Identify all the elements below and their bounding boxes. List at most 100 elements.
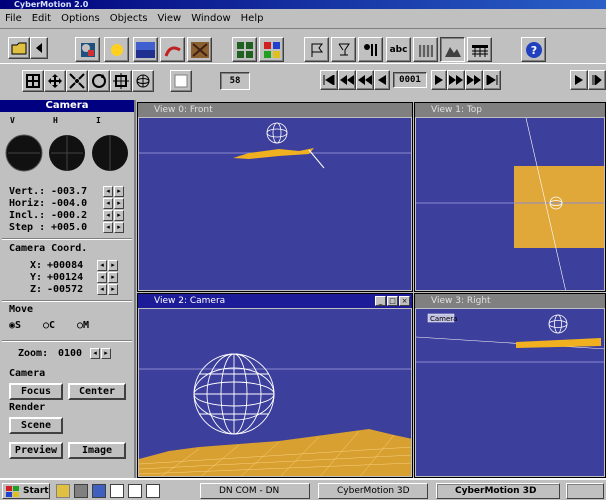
landscape-button[interactable] — [440, 37, 465, 62]
incl-inc-button[interactable]: ▸ — [114, 210, 124, 221]
flag-button[interactable] — [304, 37, 329, 62]
vertical-dial[interactable] — [5, 134, 43, 172]
select-tool-button[interactable] — [22, 70, 44, 92]
grid-view-button[interactable] — [232, 37, 257, 62]
quick-launch-icon[interactable] — [110, 484, 124, 498]
viewport-front-titlebar[interactable]: View 0: Front — [138, 103, 412, 117]
quick-launch-icon[interactable] — [128, 484, 142, 498]
frame-counter[interactable]: 0001 — [393, 72, 427, 88]
objects-tool-button[interactable] — [75, 37, 100, 62]
double-left-icon — [358, 75, 372, 85]
menu-window[interactable]: Window — [186, 9, 235, 28]
coord-x-dec-button[interactable]: ◂ — [97, 260, 107, 271]
viewport-right[interactable]: View 3: Right Camera — [414, 293, 606, 478]
double-right-icon — [449, 75, 463, 85]
menu-edit[interactable]: Edit — [27, 9, 56, 28]
open-file-button[interactable] — [8, 37, 30, 59]
move-options: ◉S ○C ○M — [9, 320, 129, 334]
image-button[interactable]: Image — [68, 442, 126, 459]
back-button[interactable] — [30, 37, 48, 59]
texture-button[interactable] — [187, 37, 212, 62]
building-button[interactable] — [413, 37, 438, 62]
menu-help[interactable]: Help — [236, 9, 269, 28]
first-frame-button[interactable] — [320, 70, 338, 90]
sliders-button[interactable] — [358, 37, 383, 62]
text-tool-button[interactable]: abc — [386, 37, 411, 62]
focus-button[interactable]: Focus — [9, 383, 63, 400]
rotate-tool-button[interactable] — [88, 70, 110, 92]
light-button[interactable] — [104, 37, 129, 62]
coord-x-inc-button[interactable]: ▸ — [108, 260, 118, 271]
horiz-dec-button[interactable]: ◂ — [103, 198, 113, 209]
pan-tool-button[interactable] — [110, 70, 132, 92]
path-button[interactable] — [160, 37, 185, 62]
frame-button[interactable] — [170, 70, 192, 92]
quick-launch-icon[interactable] — [56, 484, 70, 498]
preview-button[interactable]: Preview — [9, 442, 63, 459]
play-button[interactable] — [570, 70, 588, 90]
coord-z-dec-button[interactable]: ◂ — [97, 284, 107, 295]
viewport-camera-titlebar[interactable]: View 2: Camera _ □ × — [138, 294, 412, 308]
orbit-tool-button[interactable] — [132, 70, 154, 92]
rewind-button[interactable] — [338, 70, 356, 90]
play-loop-button[interactable] — [588, 70, 606, 90]
step-forward-button[interactable] — [431, 70, 447, 90]
move-radio-c[interactable]: ○C — [43, 320, 55, 331]
palette-button[interactable] — [259, 37, 284, 62]
incline-dial[interactable] — [92, 135, 128, 171]
viewport-right-titlebar[interactable]: View 3: Right — [415, 294, 605, 308]
step-dec-button[interactable]: ◂ — [103, 222, 113, 233]
horiz-inc-button[interactable]: ▸ — [114, 198, 124, 209]
viewport-top-titlebar[interactable]: View 1: Top — [415, 103, 605, 117]
step-forward-fast-button[interactable] — [447, 70, 465, 90]
viewport-top-canvas[interactable] — [416, 118, 604, 290]
minimize-icon[interactable]: _ — [375, 296, 386, 306]
viewport-camera-canvas[interactable] — [139, 309, 411, 476]
move-radio-s[interactable]: ◉S — [9, 320, 21, 331]
close-icon[interactable]: × — [399, 296, 410, 306]
zoom-inc-button[interactable]: ▸ — [101, 348, 111, 359]
move-radio-m[interactable]: ○M — [77, 320, 89, 331]
viewport-front-canvas[interactable] — [139, 118, 411, 290]
menu-options[interactable]: Options — [56, 9, 105, 28]
viewport-front[interactable]: View 0: Front — [137, 102, 413, 292]
vert-inc-button[interactable]: ▸ — [114, 186, 124, 197]
help-button[interactable]: ? — [521, 37, 546, 62]
vert-dec-button[interactable]: ◂ — [103, 186, 113, 197]
viewport-camera[interactable]: View 2: Camera _ □ × — [137, 293, 413, 478]
quick-launch-icon[interactable] — [74, 484, 88, 498]
incl-label: Incl.: — [9, 210, 46, 221]
scene-button[interactable]: Scene — [9, 417, 63, 434]
background-button[interactable] — [133, 37, 158, 62]
quick-launch-icon[interactable] — [92, 484, 106, 498]
quick-launch-icon[interactable] — [146, 484, 160, 498]
menu-objects[interactable]: Objects — [105, 9, 153, 28]
step-back-button[interactable] — [374, 70, 390, 90]
viewport-right-canvas[interactable]: Camera — [416, 309, 604, 476]
center-button[interactable]: Center — [68, 383, 126, 400]
step-back-fast-button[interactable] — [356, 70, 374, 90]
scale-tool-button[interactable] — [66, 70, 88, 92]
maximize-icon[interactable]: □ — [387, 296, 398, 306]
coord-z-inc-button[interactable]: ▸ — [108, 284, 118, 295]
zoom-dec-button[interactable]: ◂ — [90, 348, 100, 359]
cup-button[interactable] — [331, 37, 356, 62]
fast-forward-button[interactable] — [465, 70, 483, 90]
move-tool-button[interactable] — [44, 70, 66, 92]
coord-y-dec-button[interactable]: ◂ — [97, 272, 107, 283]
start-button[interactable]: Start — [2, 483, 50, 499]
folder-icon — [11, 42, 27, 55]
horizontal-dial[interactable] — [49, 135, 85, 171]
incl-dec-button[interactable]: ◂ — [103, 210, 113, 221]
last-frame-button[interactable] — [483, 70, 501, 90]
terrain-button[interactable] — [467, 37, 492, 62]
menu-view[interactable]: View — [152, 9, 186, 28]
coord-y-inc-button[interactable]: ▸ — [108, 272, 118, 283]
taskbar-item-cybermotion-2[interactable]: CyberMotion 3D — [436, 483, 560, 499]
menu-file[interactable]: File — [0, 9, 27, 28]
taskbar-item-cybermotion-1[interactable]: CyberMotion 3D — [318, 483, 428, 499]
viewport-top[interactable]: View 1: Top — [414, 102, 606, 292]
step-inc-button[interactable]: ▸ — [114, 222, 124, 233]
taskbar-item-dn-com[interactable]: DN COM - DN — [200, 483, 310, 499]
horiz-label: Horiz: — [9, 198, 46, 209]
